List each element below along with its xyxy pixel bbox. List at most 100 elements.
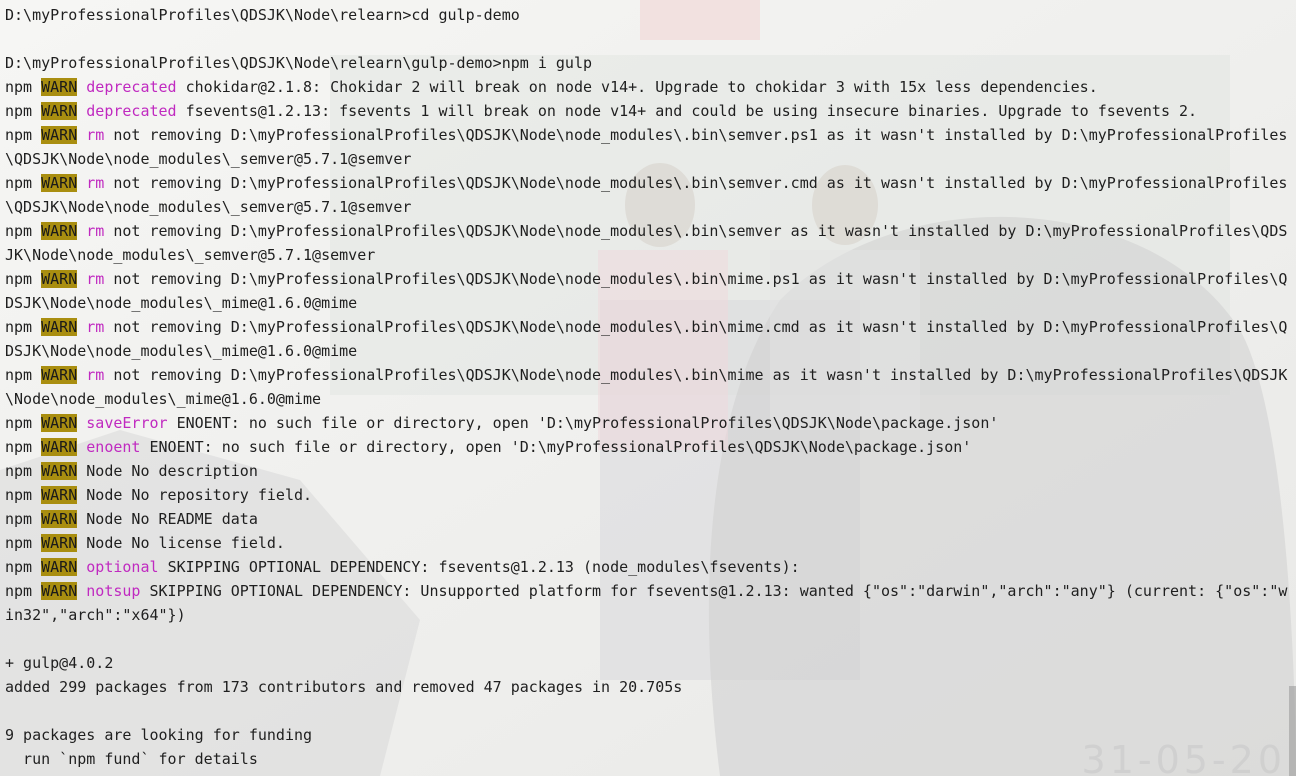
- warn-tag: optional: [86, 558, 159, 576]
- terminal-line: npm WARN deprecated chokidar@2.1.8: Chok…: [5, 75, 1296, 99]
- terminal-line: npm WARN Node No repository field.: [5, 483, 1296, 507]
- warn-message: SKIPPING OPTIONAL DEPENDENCY: Unsupporte…: [149, 582, 1288, 600]
- warn-badge: WARN: [41, 510, 78, 528]
- output-text: DSJK\Node\node_modules\_mime@1.6.0@mime: [5, 294, 358, 312]
- warn-message: not removing D:\myProfessionalProfiles\Q…: [113, 270, 1288, 288]
- warn-message: Node No README data: [86, 510, 258, 528]
- terminal-line: D:\myProfessionalProfiles\QDSJK\Node\rel…: [5, 3, 1296, 27]
- terminal-line: run `npm fund` for details: [5, 747, 1296, 771]
- terminal-line: npm WARN enoent ENOENT: no such file or …: [5, 435, 1296, 459]
- warn-message: fsevents@1.2.13: fsevents 1 will break o…: [185, 102, 1198, 120]
- terminal-line: npm WARN deprecated fsevents@1.2.13: fse…: [5, 99, 1296, 123]
- terminal-line: \QDSJK\Node\node_modules\_semver@5.7.1@s…: [5, 195, 1296, 219]
- npm-prefix: npm: [5, 582, 33, 600]
- output-text: added 299 packages from 173 contributors…: [5, 678, 683, 696]
- terminal-line: npm WARN saveError ENOENT: no such file …: [5, 411, 1296, 435]
- warn-badge: WARN: [41, 78, 78, 96]
- warn-badge: WARN: [41, 534, 78, 552]
- warn-message: Node No license field.: [86, 534, 285, 552]
- npm-prefix: npm: [5, 174, 33, 192]
- terminal-line: \Node\node_modules\_mime@1.6.0@mime: [5, 387, 1296, 411]
- npm-prefix: npm: [5, 510, 33, 528]
- terminal-line: npm WARN rm not removing D:\myProfession…: [5, 363, 1296, 387]
- output-text: JK\Node\node_modules\_semver@5.7.1@semve…: [5, 246, 376, 264]
- terminal-line: \QDSJK\Node\node_modules\_semver@5.7.1@s…: [5, 147, 1296, 171]
- terminal-output[interactable]: D:\myProfessionalProfiles\QDSJK\Node\rel…: [0, 0, 1296, 776]
- warn-message: ENOENT: no such file or directory, open …: [176, 414, 999, 432]
- warn-tag: rm: [86, 222, 105, 240]
- output-text: \QDSJK\Node\node_modules\_semver@5.7.1@s…: [5, 198, 412, 216]
- output-text: in32","arch":"x64"}): [5, 606, 186, 624]
- output-text: \QDSJK\Node\node_modules\_semver@5.7.1@s…: [5, 150, 412, 168]
- scrollbar[interactable]: [1289, 686, 1296, 776]
- output-text: DSJK\Node\node_modules\_mime@1.6.0@mime: [5, 342, 358, 360]
- terminal-line: added 299 packages from 173 contributors…: [5, 675, 1296, 699]
- npm-prefix: npm: [5, 534, 33, 552]
- npm-prefix: npm: [5, 558, 33, 576]
- npm-prefix: npm: [5, 222, 33, 240]
- npm-prefix: npm: [5, 462, 33, 480]
- npm-prefix: npm: [5, 78, 33, 96]
- npm-prefix: npm: [5, 486, 33, 504]
- warn-tag: notsup: [86, 582, 141, 600]
- warn-message: not removing D:\myProfessionalProfiles\Q…: [113, 222, 1288, 240]
- output-text: D:\myProfessionalProfiles\QDSJK\Node\rel…: [5, 6, 520, 24]
- npm-prefix: npm: [5, 126, 33, 144]
- warn-badge: WARN: [41, 558, 78, 576]
- warn-badge: WARN: [41, 126, 78, 144]
- terminal-line: JK\Node\node_modules\_semver@5.7.1@semve…: [5, 243, 1296, 267]
- warn-tag: rm: [86, 126, 105, 144]
- output-text: 9 packages are looking for funding: [5, 726, 313, 744]
- output-text: run `npm fund` for details: [5, 750, 258, 768]
- warn-tag: deprecated: [86, 102, 177, 120]
- npm-prefix: npm: [5, 438, 33, 456]
- terminal-line: npm WARN rm not removing D:\myProfession…: [5, 171, 1296, 195]
- warn-badge: WARN: [41, 366, 78, 384]
- terminal-line: D:\myProfessionalProfiles\QDSJK\Node\rel…: [5, 51, 1296, 75]
- terminal-line: npm WARN rm not removing D:\myProfession…: [5, 123, 1296, 147]
- warn-tag: rm: [86, 366, 105, 384]
- warn-message: not removing D:\myProfessionalProfiles\Q…: [113, 174, 1288, 192]
- output-text: + gulp@4.0.2: [5, 654, 114, 672]
- warn-tag: rm: [86, 174, 105, 192]
- warn-badge: WARN: [41, 102, 78, 120]
- warn-message: not removing D:\myProfessionalProfiles\Q…: [113, 126, 1288, 144]
- warn-badge: WARN: [41, 438, 78, 456]
- warn-tag: rm: [86, 270, 105, 288]
- terminal-line: DSJK\Node\node_modules\_mime@1.6.0@mime: [5, 291, 1296, 315]
- warn-badge: WARN: [41, 222, 78, 240]
- npm-prefix: npm: [5, 102, 33, 120]
- terminal-line: npm WARN Node No license field.: [5, 531, 1296, 555]
- warn-badge: WARN: [41, 174, 78, 192]
- warn-tag: deprecated: [86, 78, 177, 96]
- terminal-line: 9 packages are looking for funding: [5, 723, 1296, 747]
- terminal-line: npm WARN Node No README data: [5, 507, 1296, 531]
- output-text: D:\myProfessionalProfiles\QDSJK\Node\rel…: [5, 54, 592, 72]
- terminal-line: npm WARN notsup SKIPPING OPTIONAL DEPEND…: [5, 579, 1296, 603]
- warn-badge: WARN: [41, 486, 78, 504]
- npm-prefix: npm: [5, 366, 33, 384]
- terminal-line: npm WARN rm not removing D:\myProfession…: [5, 219, 1296, 243]
- terminal-line: npm WARN rm not removing D:\myProfession…: [5, 267, 1296, 291]
- warn-badge: WARN: [41, 270, 78, 288]
- terminal-line: npm WARN Node No description: [5, 459, 1296, 483]
- output-text: \Node\node_modules\_mime@1.6.0@mime: [5, 390, 322, 408]
- terminal-line: npm WARN rm not removing D:\myProfession…: [5, 315, 1296, 339]
- terminal-line: npm WARN optional SKIPPING OPTIONAL DEPE…: [5, 555, 1296, 579]
- warn-tag: saveError: [86, 414, 168, 432]
- terminal-line: + gulp@4.0.2: [5, 651, 1296, 675]
- warn-message: not removing D:\myProfessionalProfiles\Q…: [113, 318, 1288, 336]
- warn-message: chokidar@2.1.8: Chokidar 2 will break on…: [185, 78, 1098, 96]
- npm-prefix: npm: [5, 318, 33, 336]
- npm-prefix: npm: [5, 414, 33, 432]
- warn-message: SKIPPING OPTIONAL DEPENDENCY: fsevents@1…: [167, 558, 800, 576]
- warn-badge: WARN: [41, 462, 78, 480]
- warn-tag: enoent: [86, 438, 141, 456]
- npm-prefix: npm: [5, 270, 33, 288]
- warn-badge: WARN: [41, 318, 78, 336]
- warn-message: ENOENT: no such file or directory, open …: [149, 438, 972, 456]
- terminal-line: DSJK\Node\node_modules\_mime@1.6.0@mime: [5, 339, 1296, 363]
